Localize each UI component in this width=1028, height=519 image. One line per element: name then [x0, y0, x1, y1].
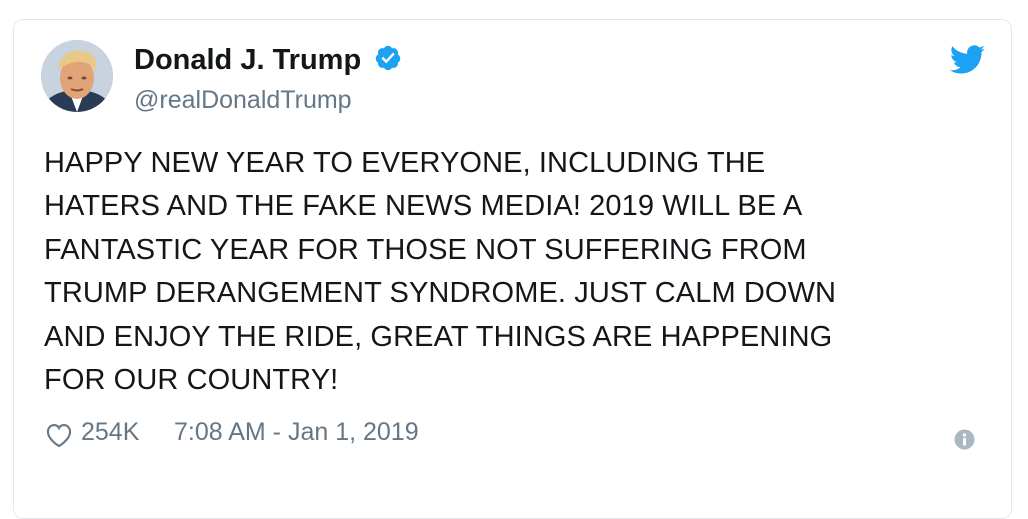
avatar[interactable]	[41, 40, 113, 112]
twitter-bird-icon[interactable]	[949, 45, 986, 75]
tweet-timestamp[interactable]: 7:08 AM - Jan 1, 2019	[174, 412, 419, 452]
tweet-text: HAPPY NEW YEAR TO EVERYONE, INCLUDING TH…	[44, 147, 837, 397]
verified-badge-icon	[374, 44, 402, 72]
author-block: Donald J. Trump @realDonaldTrump	[134, 42, 402, 116]
author-display-name[interactable]: Donald J. Trump	[134, 42, 361, 78]
info-icon[interactable]	[954, 422, 975, 450]
like-count[interactable]: 254K	[81, 412, 139, 452]
heart-icon[interactable]	[45, 420, 73, 448]
avatar-image	[41, 40, 113, 112]
tweet-footer: 254K 7:08 AM - Jan 1, 2019	[45, 412, 975, 452]
author-handle[interactable]: @realDonaldTrump	[134, 84, 402, 116]
tweet-header: Donald J. Trump @realDonaldTrump	[41, 40, 961, 114]
